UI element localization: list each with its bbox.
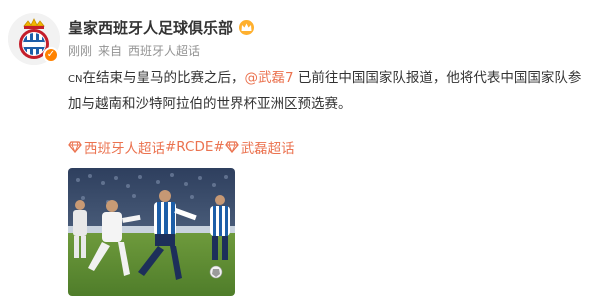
super-topic-diamond-icon: [224, 141, 239, 153]
hashtag-link[interactable]: #RCDE#: [165, 139, 225, 155]
mention-link[interactable]: @武磊7: [244, 70, 293, 86]
post-prefix: CN: [68, 74, 83, 85]
football-match-photo: [68, 168, 235, 296]
source-link[interactable]: 西班牙人超话: [128, 42, 200, 59]
post-image[interactable]: [68, 168, 235, 296]
post-body: CN在结束与皇马的比赛之后，@武磊7 已前往中国国家队报道，他将代表中国国家队参…: [68, 66, 588, 116]
super-topic-link-wulei[interactable]: 武磊超话: [224, 137, 295, 157]
account-name[interactable]: 皇家西班牙人足球俱乐部: [68, 17, 233, 38]
source-prefix: 来自: [98, 44, 123, 58]
super-topic-link-espanyol[interactable]: 西班牙人超话: [68, 137, 165, 157]
account-header: 皇家西班牙人足球俱乐部: [68, 16, 255, 38]
super-topic-label: 武磊超话: [240, 141, 295, 157]
super-topic-label: 西班牙人超话: [84, 141, 165, 157]
super-topic-diamond-icon: [68, 141, 82, 153]
post-text-before: 在结束与皇马的比赛之后，: [82, 70, 245, 86]
post-time: 刚刚: [68, 44, 93, 58]
verified-badge-icon: ✓: [43, 47, 59, 63]
crown-badge-icon[interactable]: [239, 19, 255, 35]
post-meta: 刚刚 来自 西班牙人超话: [68, 42, 200, 59]
topic-tags: 西班牙人超话 #RCDE# 武磊超话: [68, 137, 295, 157]
